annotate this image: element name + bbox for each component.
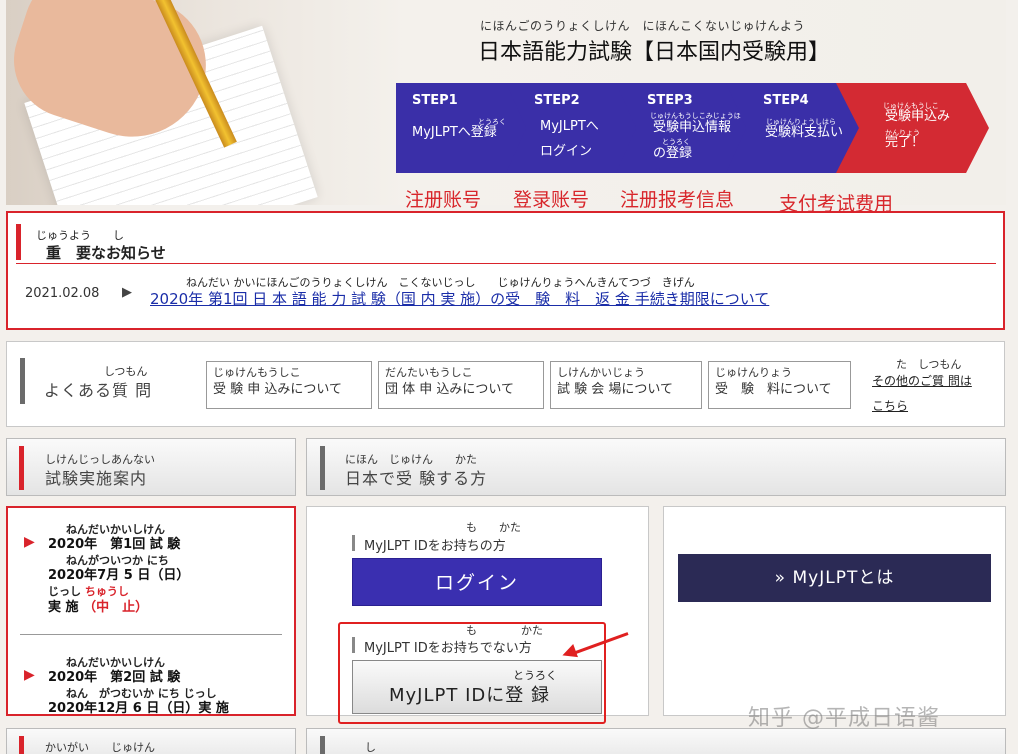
cn-label-1: 注册账号	[405, 189, 482, 211]
faq-title: よくある質 問	[44, 381, 153, 400]
faq-button-application[interactable]: じゅけんもうしこ 受 験 申 込みについて	[206, 361, 372, 409]
exam-item-title: 2020年 第2回 試 験	[48, 670, 181, 686]
step-2-label: MyJLPTへ	[540, 119, 599, 134]
faq-button-label: 試 験 会 場について	[557, 381, 674, 397]
exam-item-ruby: ねんだいかいしけん	[66, 656, 165, 669]
cn-label-2: 登录账号	[513, 189, 590, 211]
step-4-number: STEP4	[763, 93, 809, 108]
play-arrow-icon: ▶	[24, 667, 35, 683]
have-id-ruby: も かた	[466, 521, 521, 534]
exam-item-1[interactable]: ▶ ねんだいかいしけん 2020年 第1回 試 験 ねんがついつか にち 202…	[24, 523, 190, 617]
play-arrow-icon: ▶	[24, 534, 35, 550]
step-complete[interactable]: じゅけんもうしこ 受験申込み かんりょう 完了！	[836, 83, 989, 173]
faq-button-group-application[interactable]: だんたいもうしこ 団 体 申 込みについて	[378, 361, 544, 409]
notice-title: 重 要なお知らせ	[46, 244, 166, 262]
exam-guide-title: 試験実施案内	[45, 469, 148, 488]
watermark: 知乎 @平成日语酱	[748, 706, 940, 731]
exam-schedule-panel: ▶ ねんだいかいしけん 2020年 第1回 試 験 ねんがついつか にち 202…	[6, 506, 296, 716]
page-title: 日本語能力試験【日本国内受験用】	[478, 40, 831, 65]
faq-button-ruby: じゅけんりょう	[715, 366, 792, 379]
exam-list-divider	[20, 634, 282, 635]
overseas-accent-bar	[19, 736, 24, 754]
cn-label-3: 注册报考信息	[620, 189, 735, 211]
faq-accent-bar	[20, 358, 25, 404]
step-1-number: STEP1	[412, 93, 458, 108]
faq-button-ruby: だんたいもうしこ	[385, 366, 473, 379]
exam-item-status-ruby-a: じっし	[48, 585, 85, 599]
have-id-label: MyJLPT IDをお持ちの方	[364, 539, 506, 554]
domestic-accent-bar	[320, 446, 325, 490]
exam-item-date: 2020年7月 5 日（日）	[48, 568, 190, 584]
step-3-label-2: の登録	[653, 146, 693, 161]
have-id-bar	[352, 535, 355, 551]
domestic-title: 日本で受 験する方	[345, 469, 488, 488]
exam-item-date: 2020年12月 6 日（日）実 施	[48, 701, 229, 716]
exam-item-2[interactable]: ▶ ねんだいかいしけん 2020年 第2回 試 験 ねん がつむいか にち じっ…	[24, 656, 229, 716]
step-3-label: 受験申込情報	[653, 120, 732, 135]
step-2-number: STEP2	[534, 93, 580, 108]
notice-divider	[16, 263, 996, 264]
faq-button-label: 受 験 料について	[715, 381, 832, 397]
myjlpt-about-panel	[663, 506, 1006, 716]
notice-title-ruby: じゅうよう し	[36, 229, 124, 242]
exam-item-status-a: 実 施	[48, 599, 84, 615]
faq-other-line1: その他のご質 問は	[872, 373, 972, 388]
faq-button-ruby: じゅけんもうしこ	[213, 366, 301, 379]
exam-item-ruby: ねんだいかいしけん	[66, 523, 165, 536]
step-3-number: STEP3	[647, 93, 693, 108]
exam-item-date-ruby: ねんがついつか にち	[66, 554, 169, 568]
play-arrow-icon: ▶	[122, 285, 132, 300]
overseas-ruby: かいがい じゅけん	[45, 741, 155, 754]
bottom-right-accent-bar	[320, 736, 325, 754]
bottom-right-ruby: し	[365, 741, 376, 754]
faq-other-ruby: た しつもん	[896, 358, 962, 371]
exam-item-status-ruby-b: ちゅうし	[84, 585, 129, 599]
login-button[interactable]: ログイン	[352, 558, 602, 606]
exam-item-date-ruby: ねん がつむいか にち じっし	[66, 687, 217, 701]
exam-guide-accent-bar	[19, 446, 24, 490]
faq-other-line2: こちら	[872, 399, 909, 414]
faq-button-ruby: しけんかいじょう	[557, 366, 645, 379]
important-notice-panel	[6, 211, 1005, 330]
step-complete-label-2: 完了！	[885, 135, 925, 150]
annotation-highlight-box	[338, 622, 606, 724]
step-complete-label: 受験申込み	[885, 109, 951, 124]
step-2-label-2: ログイン	[540, 144, 593, 159]
exam-item-title: 2020年 第1回 試 験	[48, 537, 181, 553]
notice-link[interactable]: 2020年 第1回 日 本 語 能 力 試 験（国 内 実 施）の受 験 料 返…	[150, 288, 769, 309]
faq-button-fee[interactable]: じゅけんりょう 受 験 料について	[708, 361, 851, 409]
registration-steps: STEP1 とうろく MyJLPTへ登録 STEP2 MyJLPTへ ログイン …	[396, 83, 991, 173]
about-myjlpt-button[interactable]: » MyJLPTとは	[678, 554, 991, 602]
step-4-label: 受験料支払い	[765, 125, 844, 140]
notice-accent-bar	[16, 224, 21, 260]
exam-item-status-b: （中 止）	[83, 599, 149, 615]
step-1-label: MyJLPTへ登録	[412, 125, 497, 140]
faq-other-link[interactable]: た しつもん その他のご質 問は こちら	[872, 357, 972, 416]
faq-button-venue[interactable]: しけんかいじょう 試 験 会 場について	[550, 361, 702, 409]
faq-button-label: 団 体 申 込みについて	[385, 381, 515, 397]
notice-date: 2021.02.08	[25, 286, 100, 301]
faq-button-label: 受 験 申 込みについて	[213, 381, 343, 397]
hero-title-ruby: にほんごのうりょくしけん にほんこくないじゅけんよう	[480, 19, 806, 33]
